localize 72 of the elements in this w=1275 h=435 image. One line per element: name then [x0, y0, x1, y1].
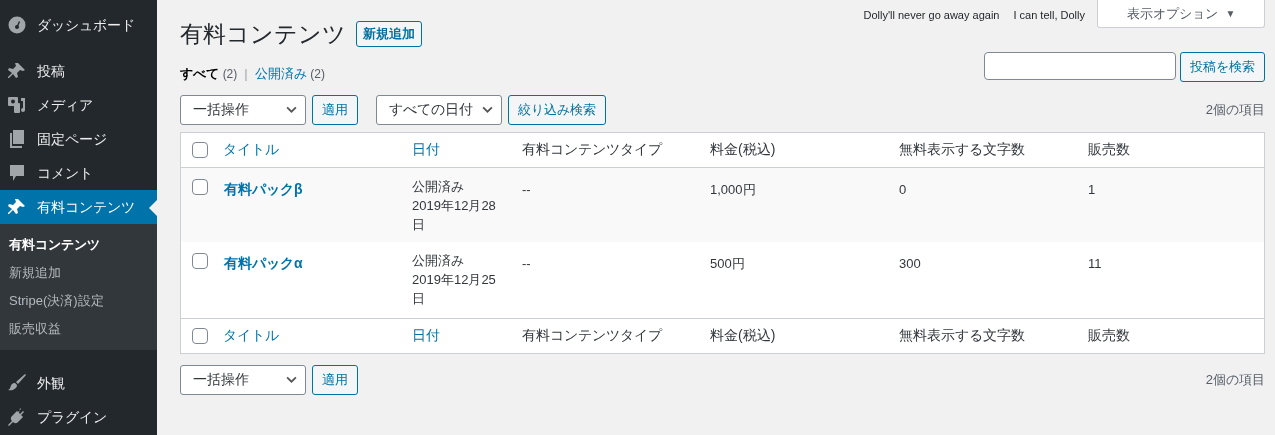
table-cell: 1,000円 [710, 181, 756, 197]
table-cell: 300 [899, 255, 921, 271]
filter-link[interactable]: すべて (2) [180, 64, 238, 84]
checkbox[interactable] [192, 178, 208, 195]
column-header: 料金(税込) [710, 326, 776, 345]
menu-item[interactable]: コメント [0, 156, 157, 190]
post-title-link[interactable]: 有料パックβ [224, 180, 303, 197]
submenu-item[interactable]: 販売収益 [0, 315, 157, 343]
submenu-item[interactable]: 新規追加 [0, 259, 157, 287]
column-header: 無料表示する文字数 [899, 140, 1025, 159]
chevron-icon [286, 106, 297, 113]
dropdown[interactable]: 一括操作 [180, 364, 306, 395]
comment-icon [7, 163, 27, 183]
menu-item[interactable]: メディア [0, 88, 157, 122]
table-cell: 0 [899, 181, 907, 197]
dolly-quote: Dolly'll never go away again [863, 8, 1000, 23]
column-header: 有料コンテンツタイプ [522, 326, 662, 345]
column-header: 販売数 [1088, 140, 1130, 159]
screen-options-tab[interactable]: 表示オプション ▼ [1097, 0, 1265, 28]
status-text: 公開済み [412, 251, 465, 270]
search-field[interactable] [984, 52, 1176, 80]
date-text: 2019年12月25日 [412, 270, 497, 308]
column-header: 無料表示する文字数 [899, 326, 1025, 345]
column-header: 料金(税込) [710, 140, 776, 159]
item-count: 2個の項目 [1205, 100, 1265, 119]
column-header: 有料コンテンツタイプ [522, 140, 662, 159]
media-icon [7, 95, 27, 115]
post-title-link[interactable]: 有料パックα [224, 254, 303, 271]
chevron-icon [286, 376, 297, 383]
apply-button[interactable]: 適用 [312, 364, 358, 395]
dashboard-icon [7, 15, 27, 35]
menu-item[interactable]: ダッシュボード [0, 8, 157, 42]
column-header[interactable]: タイトル [223, 139, 279, 160]
chevron-icon [482, 106, 493, 113]
pushpin-icon [7, 197, 27, 217]
table-cell: 1 [1088, 181, 1096, 197]
submenu-item[interactable]: Stripe(決済)設定 [0, 287, 157, 315]
add-new-button[interactable]: 新規追加 [356, 21, 422, 47]
checkbox[interactable] [192, 252, 208, 269]
menu-item[interactable]: 有料コンテンツ [0, 190, 157, 224]
status-text: 公開済み [412, 177, 465, 196]
dropdown[interactable]: 一括操作 [180, 94, 306, 125]
table-cell: 11 [1088, 255, 1102, 271]
column-header: 販売数 [1088, 326, 1130, 345]
item-count: 2個の項目 [1205, 370, 1265, 389]
pages-icon [7, 129, 27, 149]
menu-arrow-icon [149, 200, 157, 216]
search-button[interactable]: 投稿を検索 [1180, 52, 1265, 82]
column-header[interactable]: 日付 [412, 139, 440, 160]
table-cell: -- [522, 255, 531, 271]
pushpin-icon [7, 61, 27, 81]
column-header[interactable]: 日付 [412, 325, 440, 346]
apply-button[interactable]: 適用 [312, 94, 358, 125]
separator: | [244, 65, 248, 83]
menu-item[interactable]: 固定ページ [0, 122, 157, 156]
plug-icon [7, 407, 27, 427]
checkbox[interactable] [192, 327, 208, 344]
table-cell: -- [522, 181, 531, 197]
menu-item[interactable]: 投稿 [0, 54, 157, 88]
menu-item[interactable]: 外観 [0, 366, 157, 400]
menu-item[interactable]: プラグイン [0, 400, 157, 434]
date-text: 2019年12月28日 [412, 196, 497, 234]
table-cell: 500円 [710, 255, 745, 271]
dropdown[interactable]: すべての日付 [376, 94, 502, 125]
submenu-item[interactable]: 有料コンテンツ [0, 231, 157, 259]
dolly-quote: I can tell, Dolly [1013, 8, 1085, 23]
page-title: 有料コンテンツ [180, 19, 346, 49]
filter-button[interactable]: 絞り込み検索 [508, 94, 606, 125]
paintbrush-icon [7, 373, 27, 393]
filter-link[interactable]: 公開済み (2) [254, 64, 325, 84]
column-header[interactable]: タイトル [223, 325, 279, 346]
checkbox[interactable] [192, 141, 208, 158]
